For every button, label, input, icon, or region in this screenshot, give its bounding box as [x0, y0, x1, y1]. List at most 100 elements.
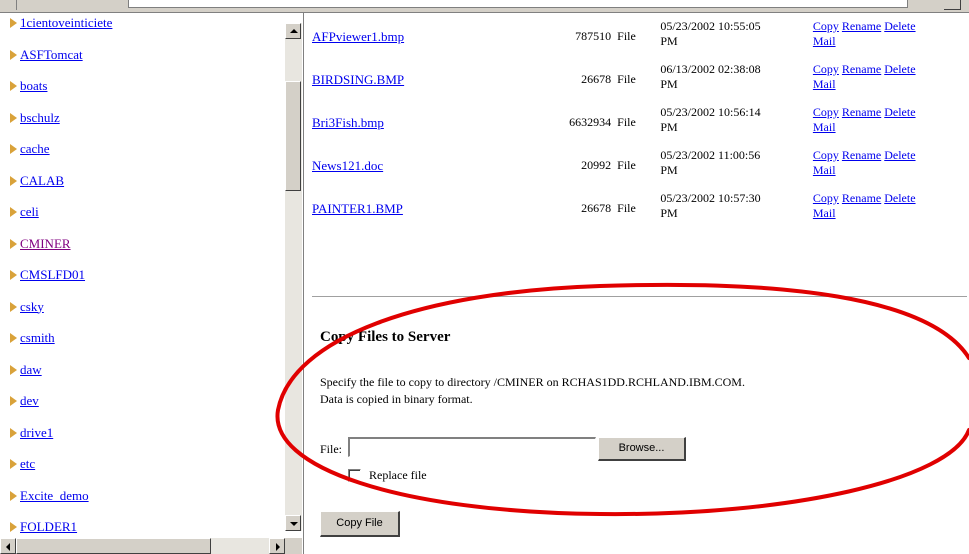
file-modified: 05/23/2002 10:57:30 PM — [646, 191, 811, 234]
delete-link[interactable]: Delete — [884, 105, 915, 119]
rename-link[interactable]: Rename — [842, 191, 881, 205]
mail-link[interactable]: Mail — [813, 163, 836, 177]
directory-item[interactable]: 1cientoveinticiete — [0, 13, 284, 45]
rename-link[interactable]: Rename — [842, 105, 881, 119]
file-link[interactable]: Bri3Fish.bmp — [312, 115, 384, 130]
directory-item[interactable]: celi — [0, 202, 284, 234]
expand-arrow-icon[interactable] — [10, 333, 17, 344]
directory-link[interactable]: dev — [20, 393, 39, 408]
directory-item[interactable]: bschulz — [0, 108, 284, 140]
mail-link[interactable]: Mail — [813, 77, 836, 91]
copy-link[interactable]: Copy — [813, 19, 839, 33]
delete-link[interactable]: Delete — [884, 148, 915, 162]
directory-link[interactable]: FOLDER1 — [20, 519, 77, 534]
rename-link[interactable]: Rename — [842, 62, 881, 76]
expand-arrow-icon[interactable] — [10, 301, 17, 312]
directory-link[interactable]: Excite_demo — [20, 488, 89, 503]
replace-file-checkbox[interactable] — [348, 469, 361, 482]
directory-link[interactable]: celi — [20, 204, 39, 219]
file-name-cell: News121.doc — [312, 148, 504, 191]
expand-arrow-icon[interactable] — [10, 459, 17, 470]
expand-arrow-icon[interactable] — [10, 238, 17, 249]
directory-link[interactable]: CMINER — [20, 236, 71, 251]
expand-arrow-icon[interactable] — [10, 490, 17, 501]
copy-link[interactable]: Copy — [813, 191, 839, 205]
file-modified: 06/13/2002 02:38:08 PM — [646, 62, 811, 105]
scrollbar-corner — [285, 538, 302, 554]
file-type: File — [617, 115, 636, 129]
directory-item[interactable]: CMINER — [0, 234, 284, 266]
file-link[interactable]: News121.doc — [312, 158, 383, 173]
directory-link[interactable]: CMSLFD01 — [20, 267, 85, 282]
file-ampm: PM — [660, 206, 678, 220]
delete-link[interactable]: Delete — [884, 191, 915, 205]
directory-link[interactable]: csmith — [20, 330, 55, 345]
file-link[interactable]: AFPviewer1.bmp — [312, 29, 404, 44]
expand-arrow-icon[interactable] — [10, 522, 17, 533]
directory-item[interactable]: boats — [0, 76, 284, 108]
delete-link[interactable]: Delete — [884, 62, 915, 76]
expand-arrow-icon[interactable] — [10, 364, 17, 375]
directory-link[interactable]: ASFTomcat — [20, 47, 83, 62]
expand-arrow-icon[interactable] — [10, 112, 17, 123]
directory-link[interactable]: bschulz — [20, 110, 60, 125]
rename-link[interactable]: Rename — [842, 148, 881, 162]
expand-arrow-icon[interactable] — [10, 270, 17, 281]
directory-link[interactable]: CALAB — [20, 173, 64, 188]
directory-item[interactable]: daw — [0, 360, 284, 392]
directory-link[interactable]: cache — [20, 141, 50, 156]
directory-link[interactable]: 1cientoveinticiete — [20, 15, 112, 30]
directory-link[interactable]: etc — [20, 456, 35, 471]
delete-link[interactable]: Delete — [884, 19, 915, 33]
directory-link[interactable]: drive1 — [20, 425, 53, 440]
expand-arrow-icon[interactable] — [10, 81, 17, 92]
toolbar-divider — [16, 0, 17, 10]
expand-arrow-icon[interactable] — [10, 175, 17, 186]
directory-item[interactable]: CALAB — [0, 171, 284, 203]
directory-item[interactable]: etc — [0, 454, 284, 486]
directory-item[interactable]: csky — [0, 297, 284, 329]
vertical-scrollbar[interactable] — [285, 23, 302, 531]
mail-link[interactable]: Mail — [813, 120, 836, 134]
scroll-right-button[interactable] — [269, 538, 285, 554]
copy-file-button[interactable]: Copy File — [320, 511, 400, 537]
directory-item[interactable]: drive1 — [0, 423, 284, 455]
rename-link[interactable]: Rename — [842, 19, 881, 33]
scroll-up-button[interactable] — [285, 23, 301, 39]
browse-button[interactable]: Browse... — [598, 437, 686, 461]
mail-link[interactable]: Mail — [813, 34, 836, 48]
file-link[interactable]: PAINTER1.BMP — [312, 201, 403, 216]
scroll-down-button[interactable] — [285, 515, 301, 531]
expand-arrow-icon[interactable] — [10, 396, 17, 407]
directory-item[interactable]: cache — [0, 139, 284, 171]
scroll-left-button[interactable] — [0, 538, 16, 554]
expand-arrow-icon[interactable] — [10, 18, 17, 29]
divider — [312, 296, 967, 298]
directory-item[interactable]: dev — [0, 391, 284, 423]
file-size: 26678 — [581, 72, 612, 86]
copy-link[interactable]: Copy — [813, 148, 839, 162]
scroll-thumb[interactable] — [285, 81, 301, 191]
directory-item[interactable]: CMSLFD01 — [0, 265, 284, 297]
go-button[interactable] — [944, 0, 961, 10]
expand-arrow-icon[interactable] — [10, 207, 17, 218]
expand-arrow-icon[interactable] — [10, 49, 17, 60]
directory-item[interactable]: ASFTomcat — [0, 45, 284, 77]
mail-link[interactable]: Mail — [813, 206, 836, 220]
directory-item[interactable]: Excite_demo — [0, 486, 284, 518]
expand-arrow-icon[interactable] — [10, 144, 17, 155]
directory-item[interactable]: csmith — [0, 328, 284, 360]
directory-link[interactable]: daw — [20, 362, 42, 377]
replace-file-option[interactable]: Replace file — [348, 468, 427, 483]
directory-link[interactable]: csky — [20, 299, 44, 314]
copy-link[interactable]: Copy — [813, 105, 839, 119]
horizontal-scrollbar[interactable] — [0, 538, 285, 554]
replace-file-label: Replace file — [369, 468, 427, 482]
horizontal-scroll-thumb[interactable] — [16, 538, 211, 554]
file-path-input[interactable] — [348, 437, 596, 457]
expand-arrow-icon[interactable] — [10, 427, 17, 438]
file-link[interactable]: BIRDSING.BMP — [312, 72, 404, 87]
copy-link[interactable]: Copy — [813, 62, 839, 76]
directory-link[interactable]: boats — [20, 78, 47, 93]
address-input[interactable] — [128, 0, 908, 8]
